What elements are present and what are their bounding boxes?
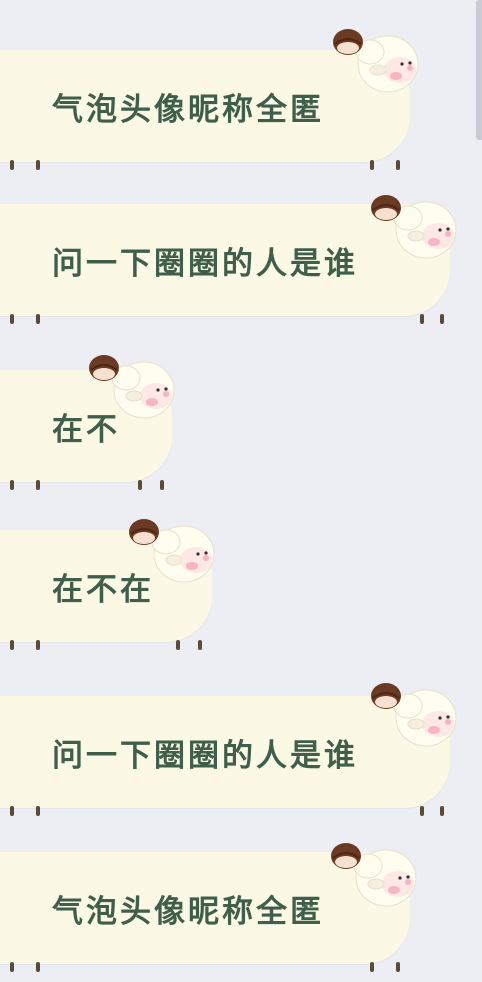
message-text: 气泡头像昵称全匿 (52, 893, 324, 930)
scrollbar[interactable] (476, 0, 482, 140)
message-row: 问一下圈圈的人是谁 (0, 683, 470, 820)
sheep-girl-icon (368, 184, 458, 270)
chat-message-list[interactable]: 气泡头像昵称全匿 问一下圈圈的人是谁 在不 在不在 问一下圈圈的人是谁 气泡头像… (0, 0, 482, 978)
message-row: 在不在 (0, 519, 240, 660)
message-row: 气泡头像昵称全匿 (0, 29, 440, 170)
sheep-girl-icon (328, 832, 418, 918)
message-text: 气泡头像昵称全匿 (52, 91, 324, 128)
message-text: 问一下圈圈的人是谁 (52, 245, 358, 282)
sheep-girl-icon (126, 508, 216, 594)
message-row: 问一下圈圈的人是谁 (0, 195, 470, 334)
sheep-girl-icon (368, 672, 458, 758)
bubble-legs (0, 480, 172, 494)
bubble-legs (0, 314, 450, 328)
bubble-legs (0, 806, 450, 820)
bubble-legs (0, 640, 212, 654)
message-text: 问一下圈圈的人是谁 (52, 737, 358, 774)
sheep-girl-icon (86, 344, 176, 430)
sheep-girl-icon (330, 18, 420, 104)
bubble-legs (0, 962, 410, 976)
message-row: 气泡头像昵称全匿 (0, 843, 440, 982)
bubble-legs (0, 160, 410, 174)
message-row: 在不 (0, 355, 200, 494)
